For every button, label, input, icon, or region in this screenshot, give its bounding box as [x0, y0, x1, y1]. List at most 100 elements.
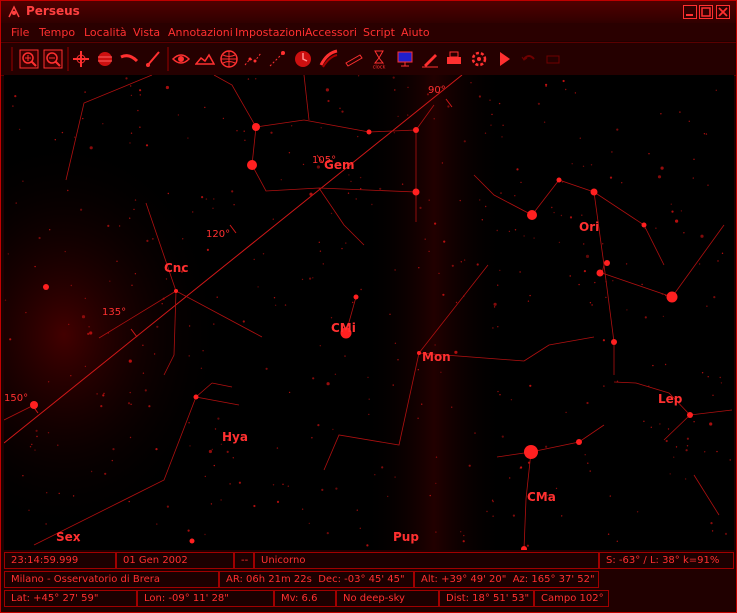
faint-star	[54, 139, 56, 141]
maximize-button[interactable]	[699, 5, 713, 19]
faint-star	[545, 85, 547, 87]
faint-star	[9, 338, 12, 341]
sky-map[interactable]: Gem Ori Cnc CMi Mon Lep Hya CMa Sex Pup …	[4, 75, 734, 550]
monitor-button[interactable]	[395, 49, 415, 69]
faint-star	[130, 85, 132, 87]
faint-star	[497, 390, 499, 393]
faint-star	[428, 199, 430, 201]
comet-button[interactable]	[119, 49, 139, 69]
faint-star	[510, 399, 513, 401]
faint-star	[451, 264, 454, 267]
faint-star	[236, 130, 238, 132]
faint-star	[152, 238, 154, 240]
status-constellation: Unicorno	[254, 552, 599, 569]
title-bar[interactable]: Perseus	[1, 1, 736, 24]
telescope-button[interactable]	[143, 49, 163, 69]
status-deep-sky: No deep-sky	[336, 590, 439, 607]
eye-button[interactable]	[171, 49, 191, 69]
faint-star	[280, 179, 282, 181]
hourglass-button[interactable]: clock	[369, 49, 389, 71]
settings-button[interactable]	[469, 49, 489, 69]
menu-script[interactable]: Script	[363, 26, 395, 39]
menu-localita[interactable]: Località	[84, 26, 127, 39]
meteor-icon	[269, 51, 285, 67]
faint-star	[217, 417, 220, 420]
menu-vista[interactable]: Vista	[133, 26, 160, 39]
status-location: Milano - Osservatorio di Brera	[4, 571, 219, 588]
faint-star	[204, 533, 206, 536]
minimize-button[interactable]	[683, 5, 697, 19]
faint-star	[502, 124, 504, 126]
faint-star	[14, 95, 17, 98]
menu-impostazioni[interactable]: Impostazioni	[235, 26, 305, 39]
toolbar-grip[interactable]	[11, 47, 13, 71]
grid-button[interactable]	[219, 49, 239, 69]
satellite-button[interactable]	[344, 49, 364, 69]
meteor-button[interactable]	[267, 49, 287, 69]
edit-button[interactable]	[420, 49, 440, 69]
faint-star	[463, 295, 465, 297]
faint-star	[274, 304, 277, 306]
status-time: 23:14:59.999	[4, 552, 116, 569]
faint-star	[182, 238, 184, 240]
faint-star	[139, 126, 141, 128]
faint-star	[581, 214, 583, 216]
menu-aiuto[interactable]: Aiuto	[401, 26, 430, 39]
faint-star	[561, 181, 564, 183]
faint-star	[156, 523, 158, 525]
menu-file[interactable]: File	[11, 26, 29, 39]
milky-way-button[interactable]	[319, 49, 339, 69]
faint-star	[214, 428, 217, 430]
zoom-in-button[interactable]	[19, 49, 39, 69]
faint-star	[478, 95, 481, 98]
faint-star	[262, 253, 265, 255]
faint-star	[644, 227, 646, 230]
faint-star	[238, 481, 241, 484]
menu-bar: File Tempo Località Vista Annotazioni Im…	[1, 23, 736, 41]
faint-star	[626, 309, 628, 311]
print-button[interactable]	[444, 49, 464, 69]
undo-button[interactable]	[519, 49, 539, 69]
faint-star	[484, 132, 487, 134]
redo-button[interactable]	[543, 49, 563, 69]
horizon-button[interactable]	[194, 49, 216, 69]
faint-star	[433, 118, 435, 120]
faint-star	[660, 166, 664, 170]
faint-star	[67, 189, 69, 192]
faint-star	[711, 530, 714, 532]
faint-star	[605, 281, 607, 283]
faint-star	[569, 216, 573, 219]
faint-star	[692, 177, 694, 179]
faint-star	[657, 175, 662, 179]
status-coordinates: AR: 06h 21m 22s Dec: -03° 45' 45"	[219, 571, 414, 588]
faint-star	[481, 219, 483, 221]
faint-star	[616, 380, 619, 382]
crosshair-button[interactable]	[71, 49, 91, 69]
faint-star	[82, 117, 84, 120]
status-lat: Lat: +45° 27' 59"	[4, 590, 137, 607]
faint-star	[301, 508, 304, 510]
clock-button[interactable]	[293, 49, 313, 69]
constellation-button[interactable]	[243, 49, 263, 69]
menu-annotazioni[interactable]: Annotazioni	[168, 26, 233, 39]
faint-star	[512, 514, 515, 517]
faint-star	[366, 544, 369, 547]
faint-star	[129, 142, 131, 144]
faint-star	[555, 487, 558, 490]
faint-star	[35, 429, 38, 432]
faint-star	[700, 234, 704, 238]
close-button[interactable]	[716, 5, 730, 19]
faint-star	[131, 284, 133, 286]
faint-star	[335, 487, 338, 490]
faint-star	[211, 448, 213, 451]
menu-tempo[interactable]: Tempo	[39, 26, 75, 39]
planet-button[interactable]	[95, 49, 115, 69]
faint-star	[516, 168, 519, 171]
menu-accessori[interactable]: Accessori	[305, 26, 357, 39]
zoom-out-button[interactable]	[43, 49, 63, 69]
faint-star	[589, 470, 591, 472]
play-button[interactable]	[494, 49, 514, 69]
play-icon	[500, 52, 510, 66]
ecliptic-label-90: 90°	[428, 85, 446, 96]
faint-star	[229, 483, 231, 485]
